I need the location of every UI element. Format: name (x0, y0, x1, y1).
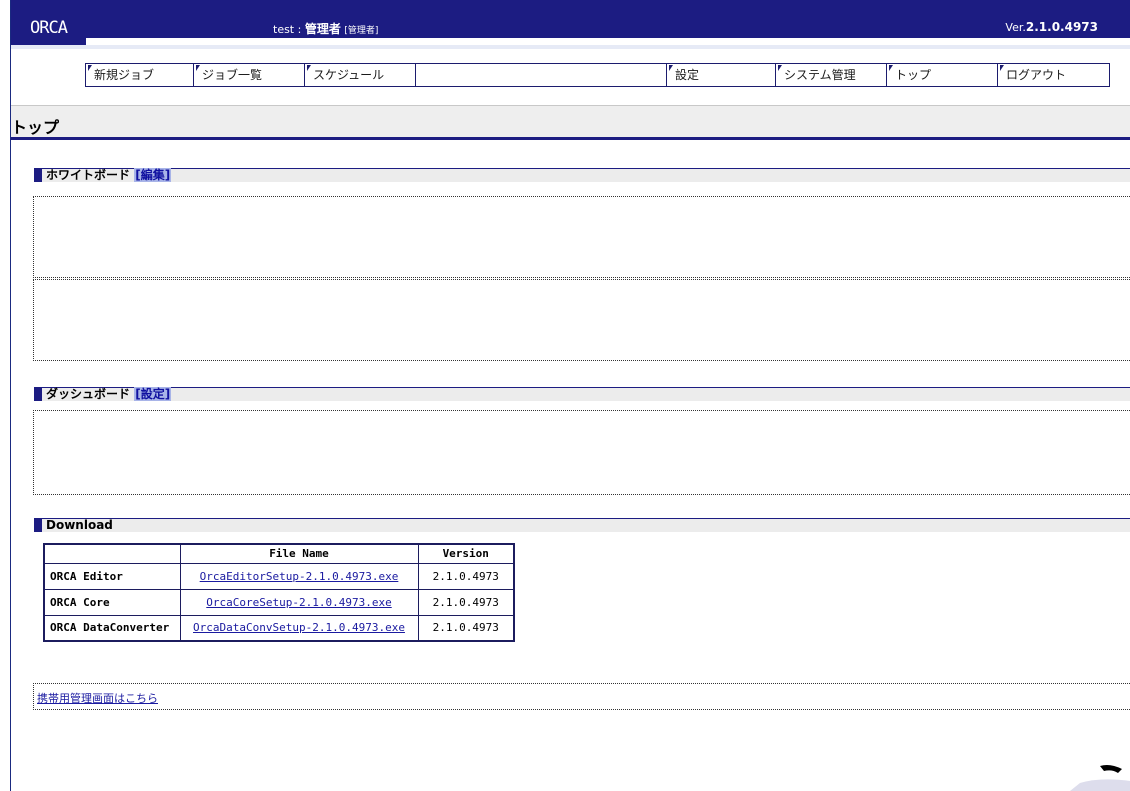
product-version: 2.1.0.4973 (417, 614, 515, 642)
nav-schedule[interactable]: スケジュール (305, 64, 416, 86)
product-name: ORCA DataConverter (43, 614, 181, 642)
product-name: ORCA Editor (43, 562, 181, 590)
table-row: ORCA Editor OrcaEditorSetup-2.1.0.4973.e… (43, 562, 515, 590)
whiteboard-panel-1 (33, 196, 1130, 278)
nav-logout[interactable]: ログアウト (998, 64, 1109, 86)
whiteboard-heading: ホワイトボード [編集] (34, 168, 1130, 182)
download-link[interactable]: OrcaDataConvSetup-2.1.0.4973.exe (193, 621, 405, 634)
whiteboard-edit-link[interactable]: [編集] (134, 168, 172, 182)
header-underline (11, 45, 1130, 49)
user-id: test : (273, 23, 302, 36)
app-logo: ORCA (30, 18, 68, 38)
mobile-link-panel (33, 683, 1130, 710)
user-role-tag: [管理者] (344, 26, 379, 36)
nav-job-list[interactable]: ジョブ一覧 (194, 64, 305, 86)
nav-system-admin[interactable]: システム管理 (776, 64, 887, 86)
column-header-version: Version (417, 543, 515, 564)
corner-logo-icon (1070, 765, 1130, 791)
user-info: test : 管理者 [管理者] (273, 20, 378, 37)
nav-top[interactable]: トップ (887, 64, 998, 86)
nav-spacer (416, 64, 667, 86)
version-number: 2.1.0.4973 (1025, 20, 1098, 34)
product-version: 2.1.0.4973 (417, 562, 515, 590)
download-table: File Name Version ORCA Editor OrcaEditor… (43, 543, 515, 642)
download-link[interactable]: OrcaCoreSetup-2.1.0.4973.exe (206, 596, 391, 609)
download-title: Download (46, 518, 113, 532)
mobile-admin-link[interactable]: 携帯用管理画面はこちら (37, 690, 158, 706)
dashboard-heading: ダッシュボード [設定] (34, 387, 1130, 401)
dashboard-title: ダッシュボード (46, 387, 131, 401)
page-title-bar: トップ (11, 105, 1130, 140)
nav-new-job[interactable]: 新規ジョブ (86, 64, 194, 86)
dashboard-panel (33, 410, 1130, 495)
download-heading: Download (34, 518, 1130, 532)
page-title: トップ (11, 118, 60, 137)
user-role: 管理者 (304, 22, 341, 36)
dashboard-settings-link[interactable]: [設定] (134, 387, 172, 401)
version-label: Ver.2.1.0.4973 (1005, 20, 1098, 34)
version-prefix: Ver. (1005, 21, 1026, 34)
whiteboard-panel-2 (33, 279, 1130, 361)
header-notch (86, 38, 1130, 45)
product-version: 2.1.0.4973 (417, 588, 515, 616)
table-header-row: File Name Version (43, 543, 515, 564)
download-link[interactable]: OrcaEditorSetup-2.1.0.4973.exe (200, 570, 399, 583)
nav-settings[interactable]: 設定 (667, 64, 776, 86)
table-row: ORCA Core OrcaCoreSetup-2.1.0.4973.exe 2… (43, 588, 515, 616)
column-header-file: File Name (179, 543, 419, 564)
table-row: ORCA DataConverter OrcaDataConvSetup-2.1… (43, 614, 515, 642)
main-nav: 新規ジョブ ジョブ一覧 スケジュール 設定 システム管理 トップ ログアウト (85, 63, 1110, 87)
whiteboard-title: ホワイトボード (46, 168, 131, 182)
column-header-blank (43, 543, 181, 564)
product-name: ORCA Core (43, 588, 181, 616)
